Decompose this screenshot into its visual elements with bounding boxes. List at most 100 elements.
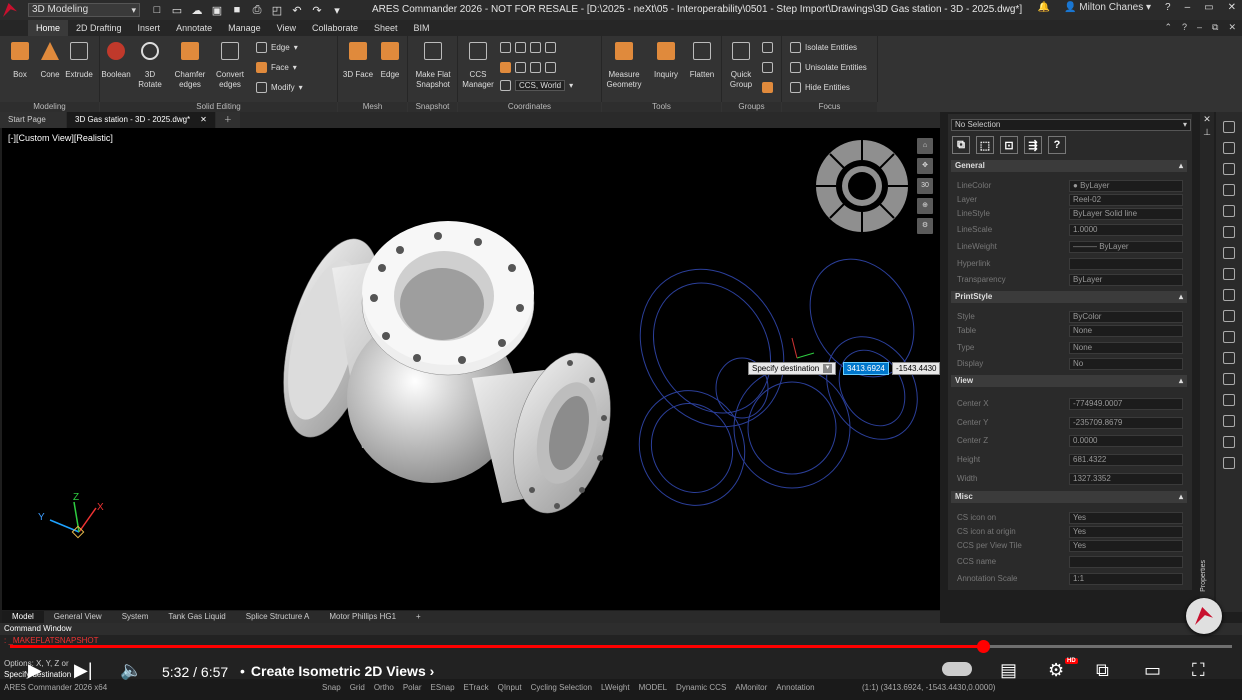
layout-tab-tank[interactable]: Tank Gas Liquid bbox=[158, 611, 235, 623]
home-view-icon[interactable]: ⌂ bbox=[917, 138, 933, 154]
palette-chat-icon[interactable] bbox=[1223, 268, 1235, 280]
ares-assistant-button[interactable] bbox=[1186, 598, 1222, 634]
ccs-tools-row-1[interactable] bbox=[500, 42, 556, 53]
doc-close-icon[interactable]: ✕ bbox=[1228, 22, 1236, 33]
ccs-manager-button[interactable]: CCS Manager bbox=[460, 42, 496, 90]
nav-settings-icon[interactable]: ⚙ bbox=[917, 218, 933, 234]
rotate3d-button[interactable]: 3D Rotate bbox=[132, 42, 168, 90]
section-misc[interactable]: Misc bbox=[951, 491, 1187, 503]
doc-tab-start-page[interactable]: Start Page bbox=[0, 112, 66, 128]
inquiry-button[interactable]: Inquiry bbox=[648, 42, 684, 80]
selection-dropdown[interactable]: No Selection bbox=[951, 119, 1191, 131]
ccs-tools-row-2[interactable] bbox=[500, 62, 556, 73]
convert-edges-button[interactable]: Convert edges bbox=[212, 42, 248, 90]
palette-print-icon[interactable] bbox=[1223, 415, 1235, 427]
make-flat-snapshot-button[interactable]: Make Flat Snapshot bbox=[410, 42, 456, 90]
prop-value-type[interactable]: None bbox=[1069, 342, 1183, 354]
doc-tab-drawing[interactable]: 3D Gas station - 3D - 2025.dwg* ✕ bbox=[67, 112, 215, 128]
tab-view[interactable]: View bbox=[269, 20, 304, 36]
dynamic-input-y[interactable]: -1543.4430 bbox=[892, 362, 940, 375]
orbit-30-button[interactable]: 30 bbox=[917, 178, 933, 194]
prop-value-center-x[interactable]: -774949.0007 bbox=[1069, 398, 1183, 410]
prop-value-ccs-name[interactable] bbox=[1069, 556, 1183, 568]
layout-tab-general-view[interactable]: General View bbox=[44, 611, 112, 623]
palette-views-icon[interactable] bbox=[1223, 352, 1235, 364]
ribbon-collapse-icon[interactable]: ⌃ bbox=[1164, 22, 1172, 33]
next-video-icon[interactable]: ▶| bbox=[74, 660, 93, 681]
theater-mode-icon[interactable]: ▭ bbox=[1144, 660, 1161, 681]
zoom-icon[interactable]: ⊕ bbox=[917, 198, 933, 214]
pan-icon[interactable]: ✥ bbox=[917, 158, 933, 174]
customize-qa-icon[interactable]: ▾ bbox=[330, 3, 344, 17]
properties-help-icon[interactable]: ? bbox=[1048, 136, 1066, 154]
prop-value-hyperlink[interactable] bbox=[1069, 258, 1183, 270]
palette-markup-icon[interactable] bbox=[1223, 289, 1235, 301]
edge-menu[interactable]: Edge ▾ bbox=[256, 42, 298, 53]
tab-annotate[interactable]: Annotate bbox=[168, 20, 220, 36]
open-file-icon[interactable]: ▭ bbox=[170, 3, 184, 17]
miniplayer-icon[interactable]: ⧉ bbox=[1096, 660, 1109, 681]
prop-value-lineweight[interactable]: ——— ByLayer bbox=[1069, 241, 1183, 253]
prop-value-style[interactable]: ByColor bbox=[1069, 311, 1183, 323]
tab-sheet[interactable]: Sheet bbox=[366, 20, 406, 36]
close-tab-icon[interactable]: ✕ bbox=[200, 112, 207, 128]
close-window-button[interactable]: ✕ bbox=[1228, 2, 1236, 13]
palette-calculator-icon[interactable] bbox=[1223, 436, 1235, 448]
dynamic-input-x[interactable]: 3413.6924 bbox=[843, 362, 889, 375]
app-logo[interactable] bbox=[0, 0, 20, 20]
add-layout-button[interactable]: + bbox=[406, 611, 431, 623]
group-tool-3[interactable] bbox=[762, 82, 773, 93]
prop-value-annotation-scale[interactable]: 1:1 bbox=[1069, 573, 1183, 585]
doc-restore-icon[interactable]: ⧉ bbox=[1212, 22, 1218, 33]
layout-tab-motor[interactable]: Motor Phillips HG1 bbox=[319, 611, 406, 623]
unisolate-entities-button[interactable]: Unisolate Entities bbox=[790, 62, 867, 73]
print-icon[interactable]: ⎙ bbox=[250, 3, 264, 17]
section-general[interactable]: General bbox=[951, 160, 1187, 172]
prop-value-table[interactable]: None bbox=[1069, 325, 1183, 337]
palette-notifications-icon[interactable] bbox=[1223, 226, 1235, 238]
quick-select-icon[interactable]: ⊡ bbox=[1000, 136, 1018, 154]
select-entities-icon[interactable]: ⬚ bbox=[976, 136, 994, 154]
palette-layers-icon[interactable] bbox=[1223, 142, 1235, 154]
ccs-world-select[interactable]: CCS, World ▾ bbox=[500, 80, 573, 91]
palette-cloud-icon[interactable] bbox=[1223, 373, 1235, 385]
video-chapter[interactable]: • Create Isometric 2D Views › bbox=[240, 663, 434, 679]
layout-tab-splice[interactable]: Splice Structure A bbox=[236, 611, 320, 623]
fullscreen-icon[interactable]: ⛶ bbox=[1192, 660, 1205, 681]
cloud-icon[interactable]: ☁ bbox=[190, 3, 204, 17]
pin-panel-icon[interactable]: ⊥ bbox=[1200, 127, 1214, 138]
new-tab-button[interactable]: ＋ bbox=[215, 112, 240, 128]
prop-value-linecolor[interactable]: ● ByLayer bbox=[1069, 180, 1183, 192]
drawing-viewport[interactable]: [-][Custom View][Realistic] Y X Z ⌂ ✥ 30… bbox=[2, 128, 940, 610]
mesh-edge-button[interactable]: Edge bbox=[374, 42, 406, 80]
3d-face-button[interactable]: 3D Face bbox=[342, 42, 374, 80]
minimize-window-button[interactable]: – bbox=[1185, 2, 1191, 13]
prop-value-layer[interactable]: Reel-02 bbox=[1069, 194, 1183, 206]
palette-properties-icon[interactable] bbox=[1223, 121, 1235, 133]
section-view[interactable]: View bbox=[951, 375, 1187, 387]
palette-people-icon[interactable] bbox=[1223, 247, 1235, 259]
palette-gallery-icon[interactable] bbox=[1223, 457, 1235, 469]
boolean-button[interactable]: Boolean bbox=[100, 42, 132, 80]
prop-value-center-y[interactable]: -235709.8679 bbox=[1069, 417, 1183, 429]
workspace-select[interactable]: 3D Modeling bbox=[28, 3, 140, 17]
tab-collaborate[interactable]: Collaborate bbox=[304, 20, 366, 36]
tab-bim[interactable]: BIM bbox=[406, 20, 438, 36]
group-tool-2[interactable] bbox=[762, 62, 773, 73]
quick-group-button[interactable]: Quick Group bbox=[724, 42, 758, 90]
volume-icon[interactable]: 🔈 bbox=[120, 660, 142, 681]
ribbon-help-icon[interactable]: ? bbox=[1182, 22, 1187, 33]
doc-minimize-icon[interactable]: – bbox=[1197, 22, 1202, 33]
maximize-window-button[interactable]: ▭ bbox=[1204, 2, 1213, 13]
prop-value-linestyle[interactable]: ByLayer Solid line bbox=[1069, 208, 1183, 220]
group-tool-1[interactable] bbox=[762, 42, 773, 53]
prop-value-display[interactable]: No bbox=[1069, 358, 1183, 370]
view-cube[interactable] bbox=[814, 138, 912, 236]
measure-geometry-button[interactable]: Measure Geometry bbox=[604, 42, 644, 90]
hide-entities-button[interactable]: Hide Entities bbox=[790, 82, 850, 93]
settings-gear-icon[interactable]: ⚙ bbox=[1048, 660, 1064, 681]
section-printstyle[interactable]: PrintStyle bbox=[951, 291, 1187, 303]
extrude-button[interactable]: Extrude bbox=[63, 42, 95, 80]
flatten-button[interactable]: Flatten bbox=[684, 42, 720, 80]
save-as-icon[interactable]: ▣ bbox=[210, 3, 224, 17]
